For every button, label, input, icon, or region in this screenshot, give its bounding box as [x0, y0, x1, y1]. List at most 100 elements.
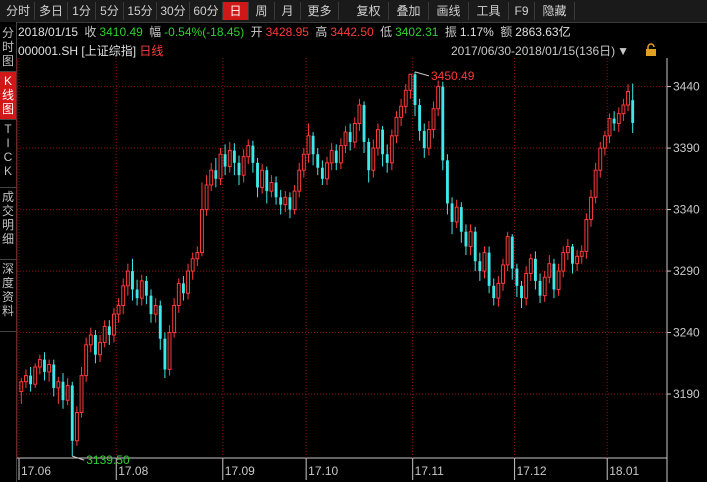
candle-body — [107, 326, 111, 336]
candle-body — [348, 132, 352, 142]
low-annotation: 3139.50 — [86, 453, 130, 467]
candle-body — [223, 154, 227, 167]
candle-body — [376, 129, 380, 149]
candle-body — [454, 206, 459, 223]
candle-body — [84, 344, 89, 377]
candle-body — [135, 289, 139, 299]
candle-body — [593, 169, 598, 198]
candle-body — [186, 270, 190, 294]
candle-body — [56, 381, 61, 389]
candle-body — [334, 150, 338, 163]
candle-body — [190, 258, 195, 272]
candle-body — [533, 258, 537, 281]
candle-body — [214, 170, 218, 179]
candle-body — [102, 325, 107, 343]
candle-body — [329, 150, 334, 164]
candle-body — [389, 135, 394, 164]
candle-body — [153, 305, 158, 315]
candle-body — [450, 203, 454, 222]
candle-body — [403, 89, 408, 107]
candle-body — [626, 91, 630, 106]
x-tick-label: 17.12 — [517, 464, 547, 478]
x-tick-label: 18.01 — [609, 464, 639, 478]
candle-body — [501, 264, 505, 284]
x-tick-label: 17.11 — [415, 464, 444, 478]
candle-body — [256, 162, 259, 188]
candle-body — [237, 162, 241, 176]
y-tick-label: 3390 — [673, 141, 700, 155]
x-tick-label: 17.09 — [225, 464, 255, 478]
candle-body — [88, 334, 93, 346]
candle-body — [385, 154, 389, 163]
candle-body — [176, 282, 181, 307]
candle-body — [352, 122, 357, 143]
candle-body — [251, 145, 255, 163]
candle-body — [487, 252, 491, 286]
candle-body — [408, 73, 413, 91]
candle-body — [144, 280, 148, 296]
kline-chart[interactable]: 31903240329033403390344017.06 17.08 17.09 1… — [0, 0, 707, 482]
candle-body — [163, 338, 167, 370]
candle-body — [468, 231, 473, 247]
candle-body — [598, 147, 603, 171]
candle-body — [241, 156, 246, 176]
candle-body — [283, 196, 288, 206]
candle-body — [301, 153, 306, 171]
candle-body — [195, 252, 200, 260]
candle-body — [413, 74, 417, 106]
candle-body — [279, 197, 283, 205]
candle-body — [394, 116, 399, 137]
candle-body — [260, 169, 265, 188]
candle-body — [367, 141, 371, 171]
candle-body — [311, 135, 315, 155]
candle-body — [172, 305, 177, 334]
candle-body — [93, 335, 97, 355]
candle-body — [357, 104, 362, 124]
candle-body — [362, 105, 366, 142]
candle-body — [204, 184, 209, 211]
candle-body — [61, 381, 65, 401]
candle-body — [343, 131, 348, 147]
candle-body — [181, 283, 185, 294]
candle-body — [112, 313, 116, 336]
candle-body — [510, 236, 514, 269]
candle-body — [269, 182, 274, 192]
candle-body — [232, 150, 236, 163]
candle-body — [167, 332, 172, 370]
candle-body — [607, 118, 612, 137]
candle-body — [552, 263, 556, 290]
candle-body — [19, 381, 24, 393]
candle-body — [131, 271, 134, 290]
candle-body — [47, 364, 52, 373]
candle-body — [459, 207, 463, 232]
high-marker-line — [414, 71, 430, 77]
candle-body — [538, 280, 542, 296]
candle-body — [70, 385, 74, 441]
candle-body — [464, 231, 468, 247]
candle-body — [505, 236, 510, 266]
candle-body — [288, 197, 292, 210]
candle-body — [445, 160, 449, 204]
candle-body — [316, 154, 320, 168]
candle-body — [65, 384, 70, 401]
candle-body — [542, 276, 547, 297]
candle-body — [515, 268, 519, 286]
y-tick-label: 3340 — [673, 203, 700, 217]
candle-body — [98, 341, 102, 356]
y-tick-label: 3440 — [673, 80, 700, 94]
candle-body — [381, 129, 385, 155]
candle-body — [306, 135, 311, 155]
candle-body — [246, 145, 251, 158]
candle-body — [426, 129, 431, 149]
candle-body — [320, 167, 324, 179]
candle-body — [478, 261, 482, 272]
candle-body — [33, 366, 38, 385]
candle-body — [565, 245, 570, 254]
candle-body — [52, 364, 56, 388]
candle-body — [547, 263, 552, 278]
candle-body — [74, 411, 79, 442]
candle-body — [218, 153, 223, 180]
candle-body — [37, 359, 42, 368]
candle-body — [556, 270, 561, 291]
x-tick-label: 17.06 — [21, 464, 51, 478]
